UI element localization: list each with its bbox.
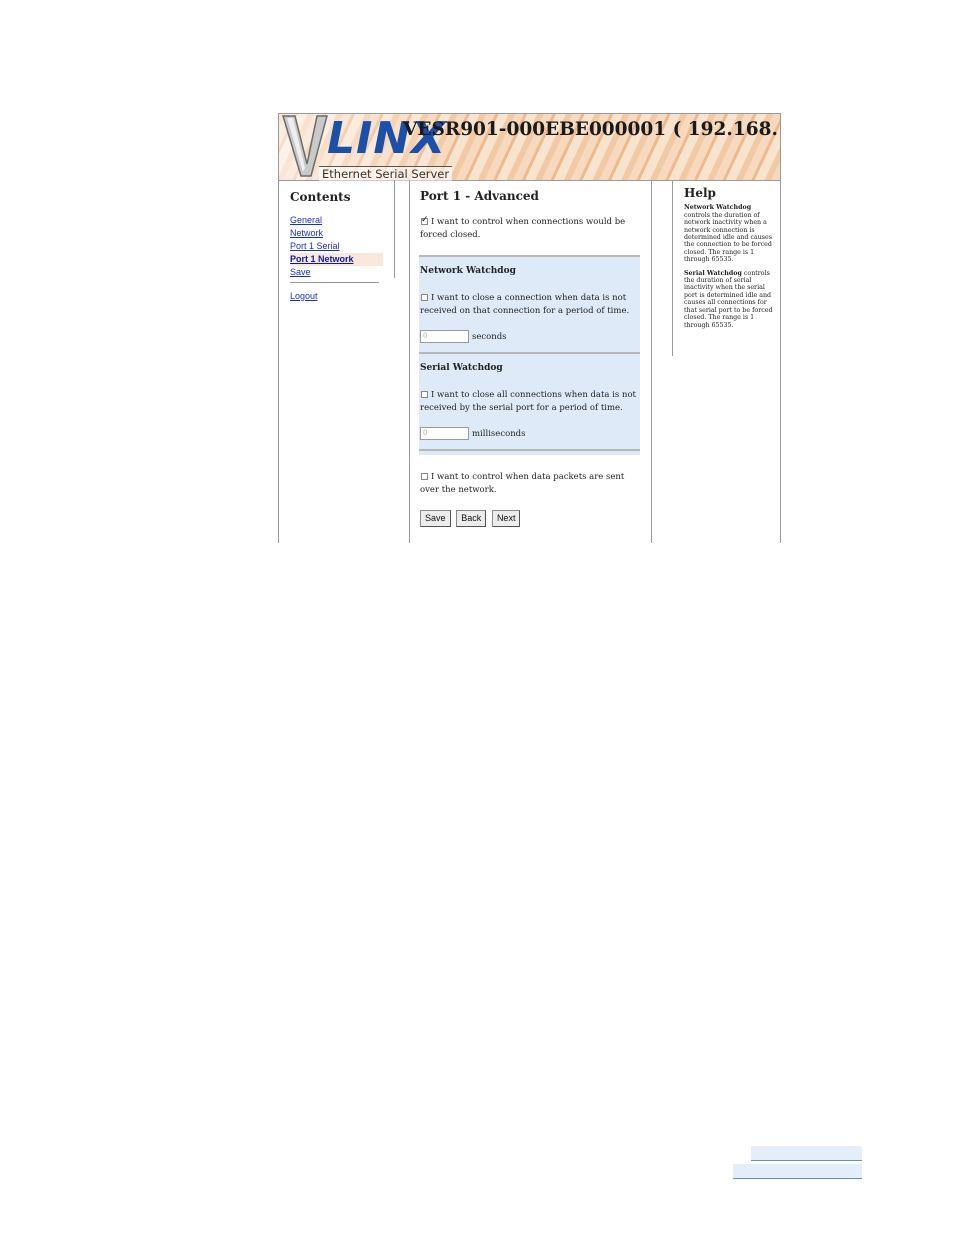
- save-button[interactable]: Save: [420, 510, 451, 527]
- network-watchdog-section: Network Watchdog I want to close a conne…: [419, 257, 640, 352]
- sidebar-item-port1-serial[interactable]: Port 1 Serial: [290, 240, 395, 253]
- serial-watchdog-checkbox[interactable]: [421, 390, 428, 398]
- help-heading: Help: [684, 186, 716, 200]
- screenshot-frame: LINX VESR901-000EBE000001 ( 192.168.1.10…: [278, 113, 781, 543]
- packets-label: I want to control when data packets are …: [420, 472, 625, 495]
- help-serial-text: controls the duration of serial inactivi…: [684, 269, 773, 329]
- sidebar-item-logout[interactable]: Logout: [290, 290, 395, 303]
- force-close-option: I want to control when connections would…: [420, 214, 642, 242]
- sidebar: Contents General Network Port 1 Serial P…: [290, 190, 395, 303]
- packets-checkbox[interactable]: [421, 472, 428, 480]
- network-watchdog-label: I want to close a connection when data i…: [420, 293, 630, 316]
- serial-watchdog-section: Serial Watchdog I want to close all conn…: [419, 352, 640, 449]
- help-divider: [672, 180, 673, 356]
- footer-link-bar-1[interactable]: [751, 1146, 862, 1161]
- banner: LINX VESR901-000EBE000001 ( 192.168.1.10…: [279, 114, 780, 181]
- network-watchdog-field: 0 seconds: [420, 330, 639, 344]
- help-serial-term: Serial Watchdog: [684, 269, 742, 277]
- packets-option: I want to control when data packets are …: [420, 471, 642, 497]
- sidebar-item-general[interactable]: General: [290, 214, 395, 227]
- force-close-checkbox[interactable]: [421, 214, 429, 227]
- device-title: VESR901-000EBE000001 ( 192.168.1.104 ): [403, 119, 780, 140]
- main-left-divider: [409, 180, 410, 543]
- network-watchdog-input[interactable]: 0: [420, 330, 469, 343]
- main-right-divider: [651, 180, 652, 543]
- network-watchdog-checkbox[interactable]: [421, 293, 428, 301]
- product-subtitle: Ethernet Serial Server: [319, 166, 453, 181]
- footer-link-bar-2[interactable]: [733, 1164, 862, 1179]
- sidebar-item-save[interactable]: Save: [290, 266, 395, 279]
- help-panel: Help Network Watchdog controls the durati…: [684, 186, 774, 335]
- network-watchdog-unit: seconds: [472, 332, 507, 342]
- serial-watchdog-unit: milliseconds: [472, 429, 526, 439]
- serial-watchdog-heading: Serial Watchdog: [420, 363, 503, 373]
- help-serial-watchdog: Serial Watchdog controls the duration of…: [684, 270, 774, 329]
- help-network-text: controls the duration of network inactiv…: [684, 211, 772, 264]
- sidebar-item-network[interactable]: Network: [290, 227, 395, 240]
- main-panel: Port 1 - Advanced I want to control when…: [419, 189, 642, 527]
- sidebar-heading: Contents: [290, 190, 351, 204]
- help-network-watchdog: Network Watchdog controls the duration of…: [684, 204, 774, 263]
- page-title: Port 1 - Advanced: [420, 189, 539, 203]
- help-network-term: Network Watchdog: [684, 204, 752, 212]
- network-watchdog-option: I want to close a connection when data i…: [420, 292, 639, 318]
- serial-watchdog-input[interactable]: 0: [420, 427, 469, 440]
- network-watchdog-heading: Network Watchdog: [420, 266, 516, 276]
- next-button[interactable]: Next: [491, 510, 521, 527]
- back-button[interactable]: Back: [456, 510, 487, 527]
- serial-watchdog-field: 0 milliseconds: [420, 427, 639, 441]
- watchdog-panel: Network Watchdog I want to close a conne…: [419, 255, 640, 455]
- watchdog-panel-bottom: [419, 449, 640, 455]
- serial-watchdog-option: I want to close all connections when dat…: [420, 389, 639, 415]
- serial-watchdog-label: I want to close all connections when dat…: [420, 390, 636, 413]
- sidebar-item-port1-network[interactable]: Port 1 Network: [290, 253, 383, 266]
- button-row: Save Back Next: [420, 510, 642, 527]
- force-close-label: I want to control when connections would…: [420, 217, 626, 240]
- sidebar-separator: [290, 282, 379, 283]
